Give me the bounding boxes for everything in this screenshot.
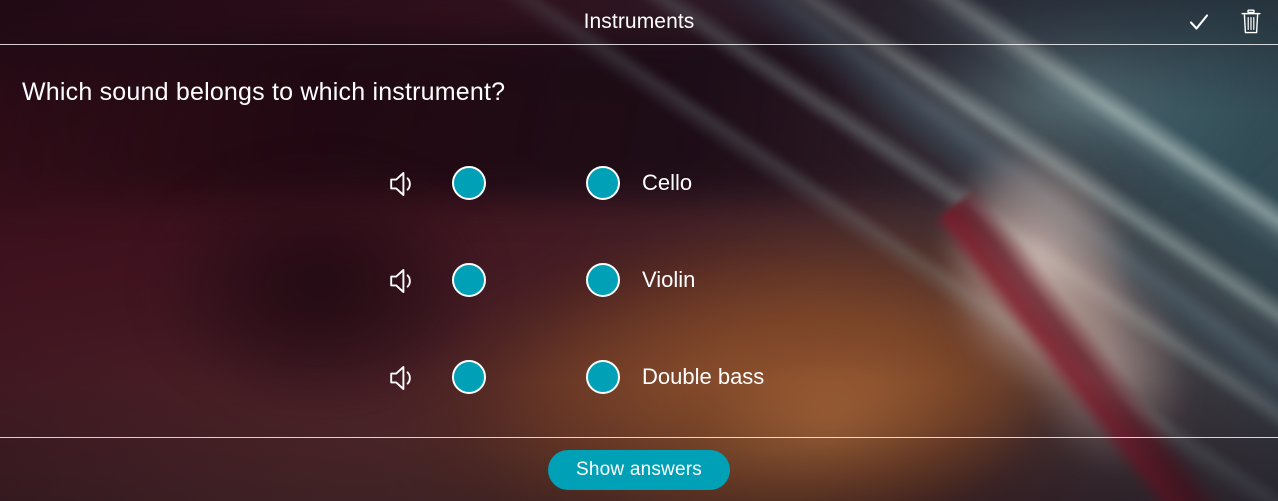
- confirm-button[interactable]: [1186, 9, 1212, 35]
- app-header: Instruments: [0, 0, 1278, 44]
- answer-label: Violin: [642, 267, 696, 292]
- header-actions: [1186, 0, 1264, 44]
- answer-connector-dot[interactable]: [586, 263, 620, 297]
- match-rows: Cello Violin Double bass: [0, 152, 1278, 443]
- trash-icon: [1241, 9, 1261, 34]
- page-title: Instruments: [583, 10, 695, 33]
- delete-button[interactable]: [1238, 9, 1264, 35]
- match-row: Double bass: [0, 346, 1278, 443]
- match-row: Cello: [0, 152, 1278, 249]
- speaker-icon: [390, 171, 411, 196]
- speaker-icon: [390, 268, 411, 293]
- answer-connector-dot[interactable]: [586, 360, 620, 394]
- quiz-screen: Instruments Which sound belongs to which…: [0, 0, 1278, 501]
- answer-label: Cello: [642, 170, 693, 195]
- question-text: Which sound belongs to which instrument?: [22, 78, 506, 106]
- play-sound-button[interactable]: [388, 168, 418, 199]
- answer-label: Double bass: [642, 364, 765, 389]
- sound-connector-dot[interactable]: [452, 263, 486, 297]
- show-answers-button[interactable]: Show answers: [548, 449, 730, 490]
- play-sound-button[interactable]: [388, 265, 418, 296]
- match-row: Violin: [0, 249, 1278, 346]
- speaker-icon: [390, 365, 411, 390]
- sound-connector-dot[interactable]: [452, 166, 486, 200]
- footer-bar: Show answers: [0, 438, 1278, 501]
- header-divider: [0, 44, 1278, 45]
- sound-connector-dot[interactable]: [452, 360, 486, 394]
- check-icon: [1189, 14, 1209, 30]
- play-sound-button[interactable]: [388, 362, 418, 393]
- answer-connector-dot[interactable]: [586, 166, 620, 200]
